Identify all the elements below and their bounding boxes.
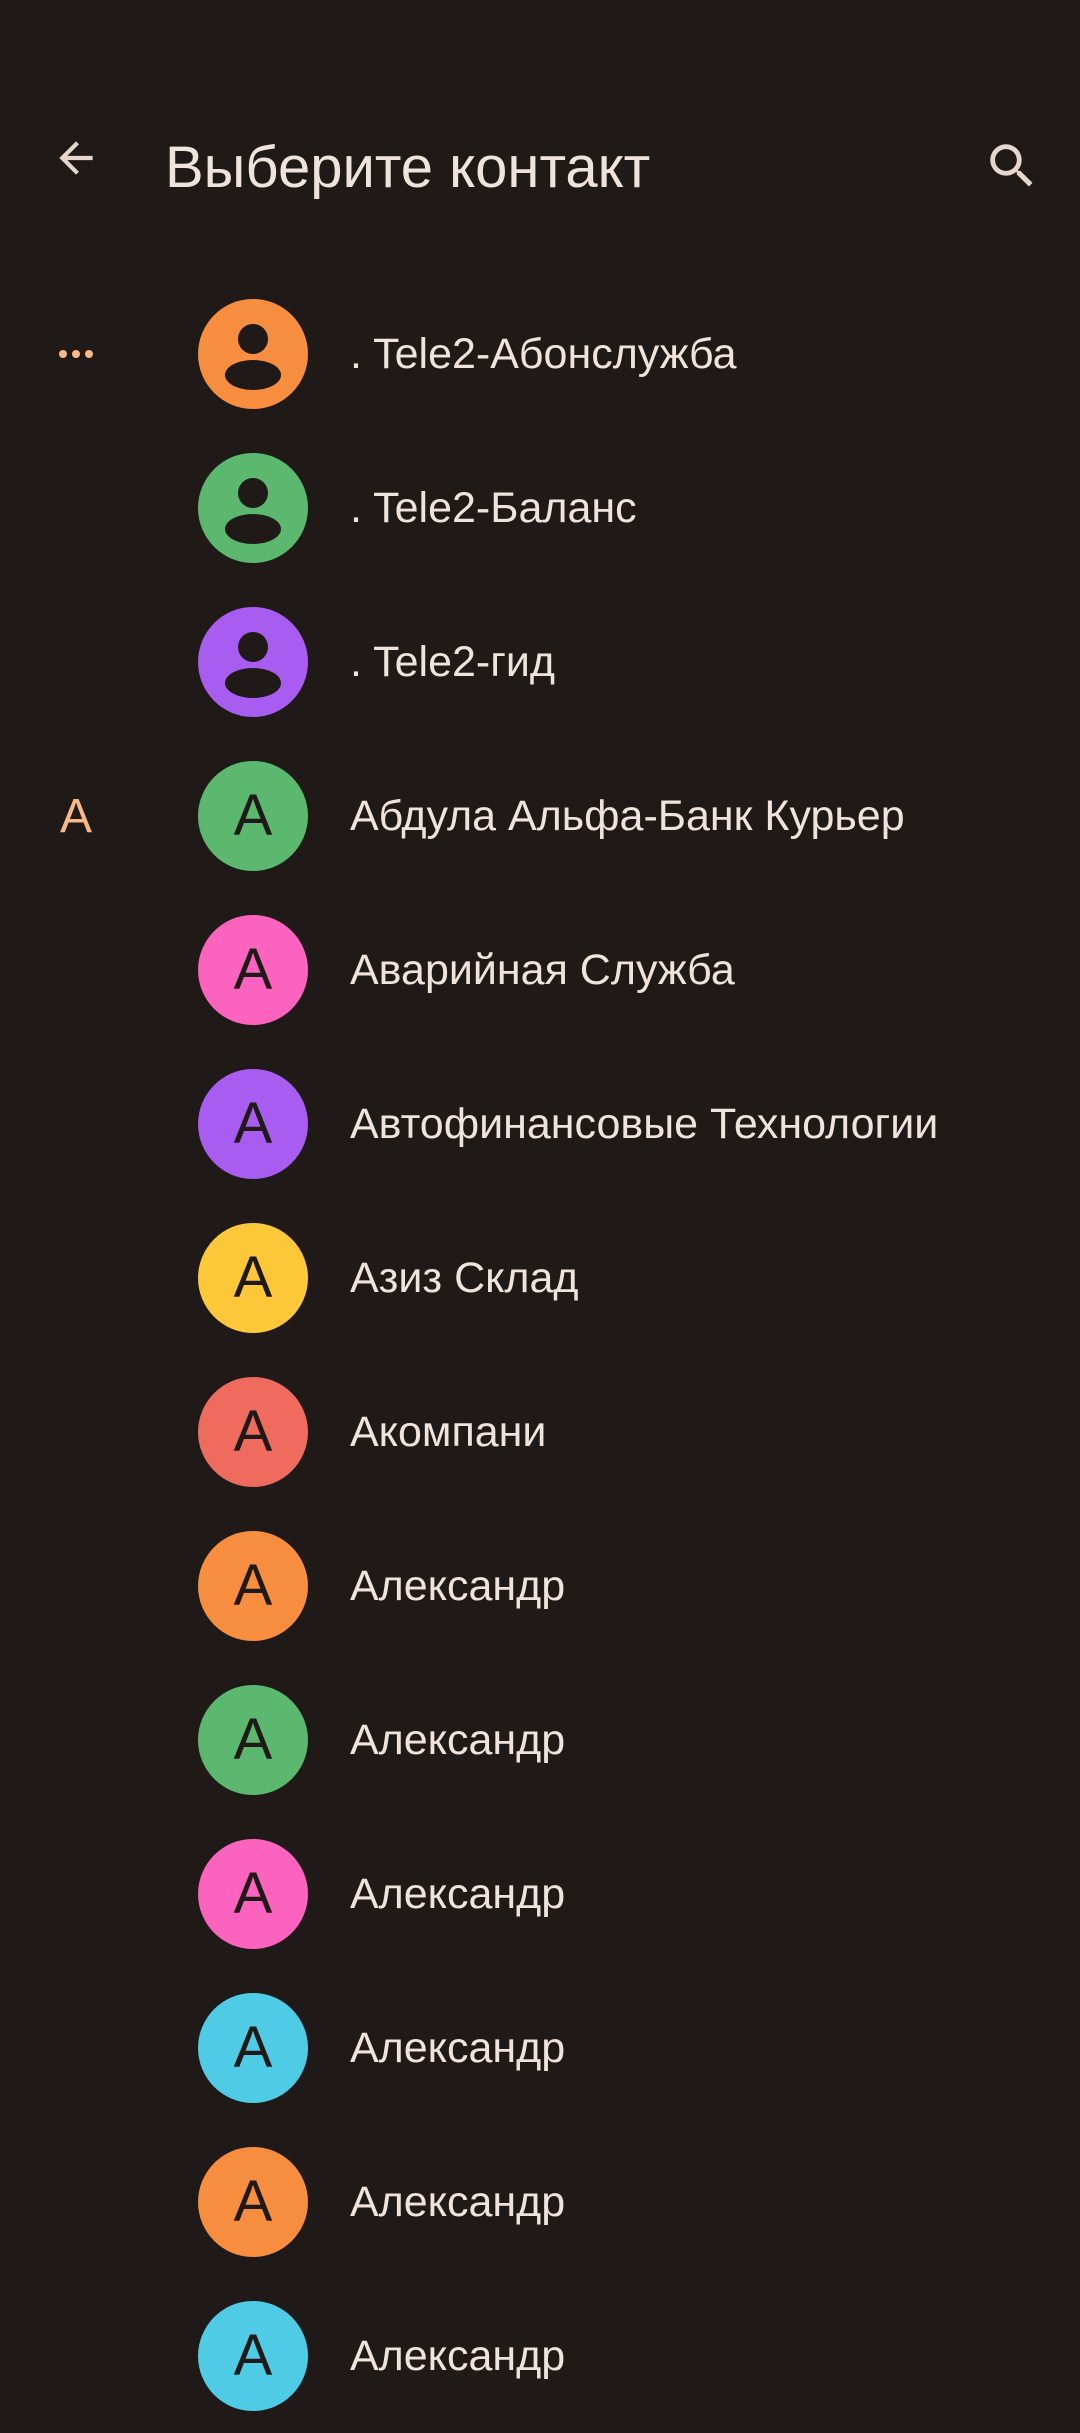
contact-row[interactable]: А Александр [0, 1509, 1080, 1663]
contact-row[interactable]: А Аварийная Служба [0, 893, 1080, 1047]
contact-row[interactable]: . Tele2-Абонслужба [0, 277, 1080, 431]
contact-name: Александр [350, 1561, 566, 1610]
search-button[interactable] [976, 130, 1048, 202]
contact-name: Абдула Альфа-Банк Курьер [350, 791, 905, 840]
contact-name: Автофинансовые Технологии [350, 1099, 939, 1148]
contact-row[interactable]: А А Абдула Альфа-Банк Курьер [0, 739, 1080, 893]
avatar-initial: А [233, 1707, 273, 1772]
avatar-initial: А [233, 1553, 273, 1618]
contact-name: Александр [350, 2331, 566, 2380]
person-icon [225, 478, 281, 544]
avatar-initial: А [233, 2015, 273, 2080]
contact-row[interactable]: А Акомпани [0, 1355, 1080, 1509]
contact-row[interactable]: А Александр [0, 2279, 1080, 2433]
avatar: А [198, 1993, 308, 2103]
arrow-back-icon [59, 141, 93, 175]
contact-name: Акомпани [350, 1407, 547, 1456]
avatar [198, 607, 308, 717]
avatar-initial: А [233, 783, 273, 848]
avatar: А [198, 1685, 308, 1795]
contact-name: Александр [350, 1869, 566, 1918]
section-letter: А [59, 789, 92, 843]
contact-list: . Tele2-Абонслужба . Tele2-Баланс . Tele2-… [0, 277, 1080, 2433]
contact-row[interactable]: А Автофинансовые Технологии [0, 1047, 1080, 1201]
avatar: А [198, 1377, 308, 1487]
person-icon [225, 324, 281, 390]
contact-name: . Tele2-гид [350, 637, 556, 686]
avatar: А [198, 2147, 308, 2257]
avatar: А [198, 2301, 308, 2411]
contact-name: Александр [350, 1715, 566, 1764]
contact-row[interactable]: А Александр [0, 2125, 1080, 2279]
avatar: А [198, 1069, 308, 1179]
contact-name: Александр [350, 2023, 566, 2072]
avatar: А [198, 1223, 308, 1333]
avatar-initial: А [233, 1399, 273, 1464]
avatar: А [198, 1839, 308, 1949]
search-icon [990, 144, 1033, 187]
more-horiz-icon [59, 350, 93, 358]
contact-name: . Tele2-Баланс [350, 483, 637, 532]
contact-row[interactable]: . Tele2-гид [0, 585, 1080, 739]
contact-row[interactable]: А Азиз Склад [0, 1201, 1080, 1355]
contact-row[interactable]: А Александр [0, 1663, 1080, 1817]
avatar: А [198, 1531, 308, 1641]
back-button[interactable] [40, 122, 112, 194]
avatar-initial: А [233, 2323, 273, 2388]
contact-row[interactable]: А Александр [0, 1971, 1080, 2125]
contact-row[interactable]: . Tele2-Баланс [0, 431, 1080, 585]
person-icon [225, 632, 281, 698]
contact-name: . Tele2-Абонслужба [350, 329, 737, 378]
avatar: А [198, 915, 308, 1025]
avatar-initial: А [233, 1091, 273, 1156]
avatar-initial: А [233, 1861, 273, 1926]
avatar-initial: А [233, 937, 273, 1002]
top-app-bar: Выберите контакт [0, 0, 1080, 260]
page-title: Выберите контакт [165, 135, 651, 200]
contact-name: Аварийная Служба [350, 945, 735, 994]
contact-row[interactable]: А Александр [0, 1817, 1080, 1971]
avatar [198, 453, 308, 563]
contact-name: Азиз Склад [350, 1253, 579, 1302]
avatar: А [198, 761, 308, 871]
avatar [198, 299, 308, 409]
avatar-initial: А [233, 2169, 273, 2234]
section-overflow-dots [40, 277, 112, 431]
avatar-initial: А [233, 1245, 273, 1310]
contact-name: Александр [350, 2177, 566, 2226]
